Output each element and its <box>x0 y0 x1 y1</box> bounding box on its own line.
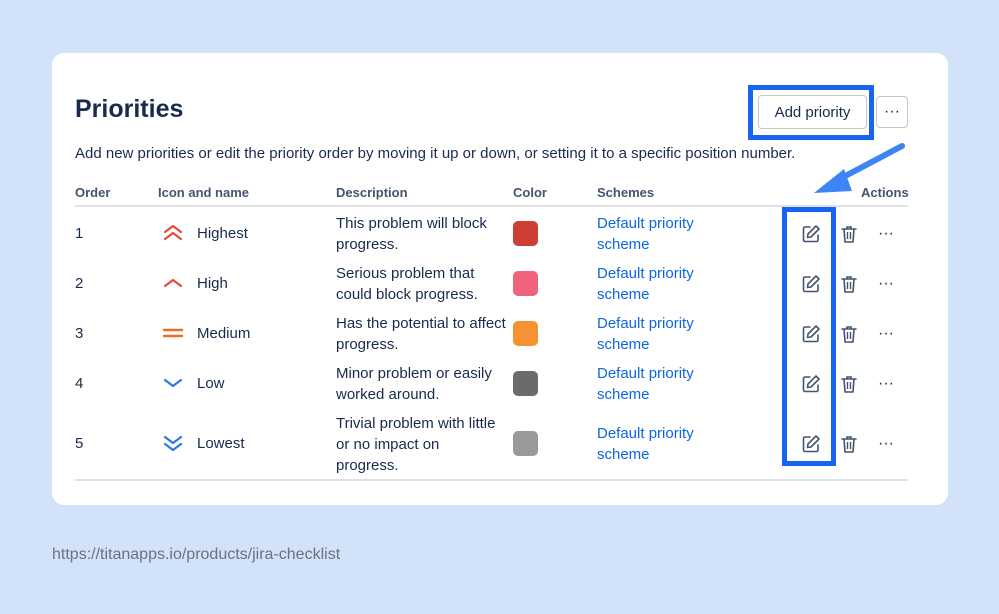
page-subtitle: Add new priorities or edit the priority … <box>75 145 796 162</box>
order-number: 5 <box>75 435 84 452</box>
row-more-icon[interactable]: ··· <box>875 223 897 245</box>
column-header-schemes: Schemes <box>597 185 655 200</box>
row-more-icon[interactable]: ··· <box>875 323 897 345</box>
priority-name: Lowest <box>197 435 245 452</box>
order-number: 1 <box>75 225 84 242</box>
priority-color-swatch <box>513 221 538 246</box>
header-divider <box>75 205 908 207</box>
more-options-button[interactable]: ··· <box>876 96 908 128</box>
scheme-link[interactable]: Default priority scheme <box>597 423 727 465</box>
edit-icon[interactable] <box>800 223 822 245</box>
trash-icon[interactable] <box>838 273 860 295</box>
edit-icon[interactable] <box>800 373 822 395</box>
column-header-color: Color <box>513 185 547 200</box>
table-bottom-divider <box>75 479 908 481</box>
footer-url: https://titanapps.io/products/jira-check… <box>52 546 341 563</box>
trash-icon[interactable] <box>838 323 860 345</box>
order-number: 3 <box>75 325 84 342</box>
priority-name: Low <box>197 375 225 392</box>
priority-name: Highest <box>197 225 248 242</box>
edit-icon[interactable] <box>800 323 822 345</box>
scheme-link[interactable]: Default priority scheme <box>597 213 727 255</box>
priority-description: This problem will block progress. <box>336 215 487 253</box>
priority-name: Medium <box>197 325 251 342</box>
priority-description: Has the potential to affect progress. <box>336 315 506 353</box>
priority-color-swatch <box>513 371 538 396</box>
trash-icon[interactable] <box>838 373 860 395</box>
priority-color-swatch <box>513 271 538 296</box>
trash-icon[interactable] <box>838 433 860 455</box>
edit-icon[interactable] <box>800 273 822 295</box>
page-title: Priorities <box>75 95 184 123</box>
priority-description: Trivial problem with little or no impact… <box>336 415 496 474</box>
order-number: 4 <box>75 375 84 392</box>
column-header-actions: Actions <box>861 185 909 200</box>
row-more-icon[interactable]: ··· <box>875 433 897 455</box>
column-header-order: Order <box>75 185 111 200</box>
scheme-link[interactable]: Default priority scheme <box>597 363 727 405</box>
priority-color-swatch <box>513 321 538 346</box>
priority-highest-icon <box>163 224 183 241</box>
priority-high-icon <box>163 278 183 288</box>
priority-description: Serious problem that could block progres… <box>336 265 478 303</box>
priority-low-icon <box>163 378 183 388</box>
row-more-icon[interactable]: ··· <box>875 373 897 395</box>
edit-icon[interactable] <box>800 433 822 455</box>
priority-medium-icon <box>162 328 184 338</box>
trash-icon[interactable] <box>838 223 860 245</box>
order-number: 2 <box>75 275 84 292</box>
column-header-description: Description <box>336 185 408 200</box>
priorities-card: Priorities Add priority ··· Add new prio… <box>52 53 948 505</box>
priority-lowest-icon <box>163 435 183 452</box>
scheme-link[interactable]: Default priority scheme <box>597 313 727 355</box>
priority-description: Minor problem or easily worked around. <box>336 365 492 403</box>
row-more-icon[interactable]: ··· <box>875 273 897 295</box>
scheme-link[interactable]: Default priority scheme <box>597 263 727 305</box>
add-priority-button[interactable]: Add priority <box>758 95 867 129</box>
priority-color-swatch <box>513 431 538 456</box>
column-header-icon-name: Icon and name <box>158 185 250 200</box>
priority-name: High <box>197 275 228 292</box>
